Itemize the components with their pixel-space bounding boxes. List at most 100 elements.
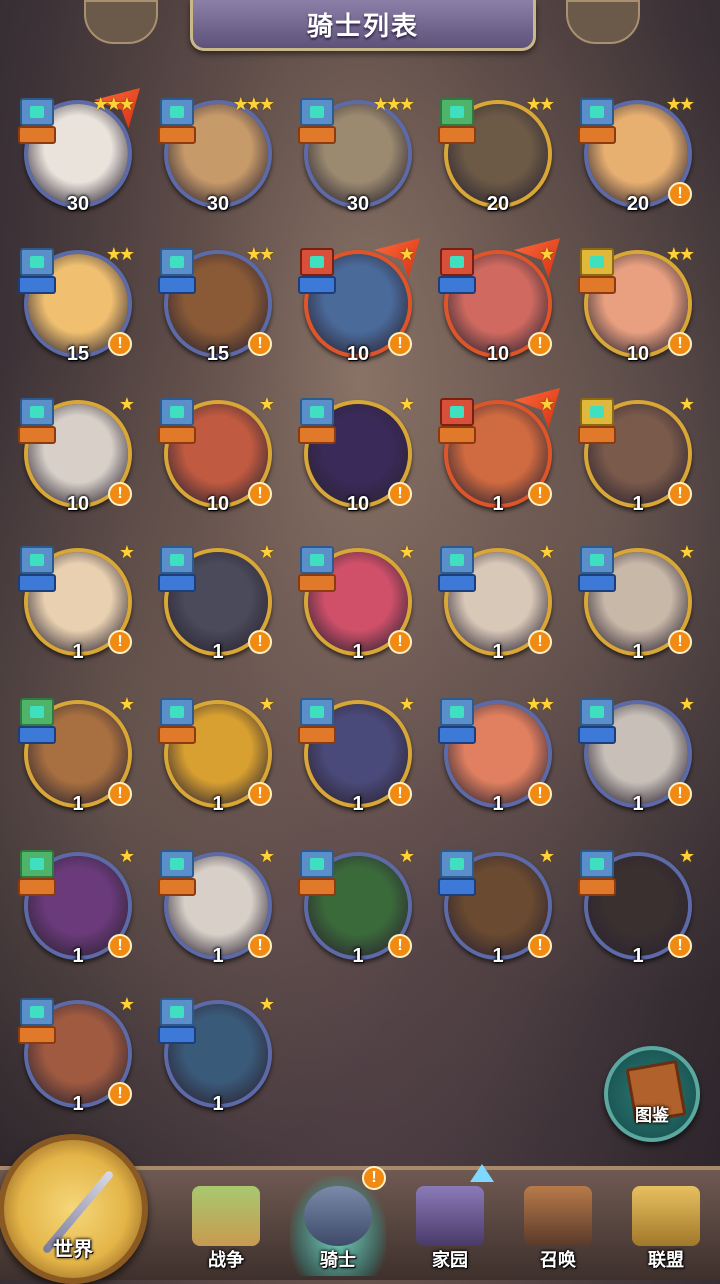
alert-icon: ! [528, 782, 552, 806]
knight-stars: ★ [258, 394, 275, 414]
map-icon [192, 1186, 260, 1246]
class-badge-icon [298, 850, 336, 904]
knight-level: 1 [212, 1093, 224, 1115]
knight-stars: ★ [258, 542, 275, 562]
knight-stars: ★ [538, 244, 555, 264]
class-badge-icon [438, 398, 476, 452]
knight-card[interactable]: ★★ 15! [18, 242, 138, 366]
class-badge-icon [158, 850, 196, 904]
class-badge-icon [438, 698, 476, 752]
knight-card[interactable]: ★ 1! [158, 692, 278, 816]
alert-icon: ! [248, 782, 272, 806]
alert-icon: ! [388, 630, 412, 654]
nav-knight-alert-icon: ! [362, 1166, 386, 1190]
knight-stars: ★★★ [92, 94, 135, 114]
knight-card[interactable]: ★ 1! [578, 844, 698, 968]
knight-stars: ★ [398, 694, 415, 714]
knight-card[interactable]: ★ 1 [158, 992, 278, 1116]
knight-card[interactable]: ★ 10! [298, 392, 418, 516]
knight-stars: ★★ [525, 94, 555, 114]
knight-stars: ★★★ [232, 94, 275, 114]
knight-card[interactable]: ★ 1! [18, 992, 138, 1116]
knight-card[interactable]: ★ 1! [438, 844, 558, 968]
knight-card[interactable]: ★ 1! [158, 540, 278, 664]
knight-card[interactable]: ★ 1! [578, 692, 698, 816]
knight-card[interactable]: ★ 10! [438, 238, 560, 366]
class-badge-icon [298, 248, 336, 302]
nav-world-label: 世界 [53, 1239, 93, 1261]
knight-stars: ★★ [665, 244, 695, 264]
class-badge-icon [578, 698, 616, 752]
knight-card[interactable]: ★ 1! [158, 844, 278, 968]
knight-stars: ★★★ [372, 94, 415, 114]
knight-card[interactable]: ★★★ 30 [18, 88, 140, 216]
knight-card[interactable]: ★★ 1! [438, 692, 558, 816]
knight-stars: ★ [118, 394, 135, 414]
class-badge-icon [18, 248, 56, 302]
nav-war[interactable]: 战争 [178, 1176, 274, 1276]
knight-stars: ★ [538, 846, 555, 866]
knight-card[interactable]: ★ 1! [578, 540, 698, 664]
knight-card[interactable]: ★ 1! [18, 844, 138, 968]
class-badge-icon [438, 546, 476, 600]
knight-card[interactable]: ★ 10! [298, 238, 420, 366]
class-badge-icon [18, 998, 56, 1052]
class-badge-icon [18, 698, 56, 752]
nav-home[interactable]: 家园 [402, 1176, 498, 1276]
collection-button[interactable]: 图鉴 [604, 1046, 700, 1142]
nav-summon[interactable]: 召唤 [510, 1176, 606, 1276]
knight-card[interactable]: ★★ 20 [438, 92, 558, 216]
knight-card[interactable]: ★ 1! [438, 388, 560, 516]
nav-summon-label: 召唤 [540, 1250, 576, 1270]
alert-icon: ! [668, 630, 692, 654]
alert-icon: ! [248, 630, 272, 654]
knight-card[interactable]: ★ 1! [18, 540, 138, 664]
class-badge-icon [18, 850, 56, 904]
knight-card[interactable]: ★ 1! [298, 692, 418, 816]
knight-card[interactable]: ★ 1! [298, 844, 418, 968]
knight-card[interactable]: ★ 1! [18, 692, 138, 816]
class-badge-icon [158, 398, 196, 452]
class-badge-icon [298, 98, 336, 152]
knight-card[interactable]: ★ 10! [18, 392, 138, 516]
knight-stars: ★ [118, 846, 135, 866]
alert-icon: ! [388, 332, 412, 356]
knight-stars: ★ [678, 694, 695, 714]
class-badge-icon [158, 248, 196, 302]
alert-icon: ! [388, 482, 412, 506]
nav-world[interactable]: 世界 [0, 1134, 148, 1284]
train-icon [524, 1186, 592, 1246]
title-bar: 骑士列表 [190, 0, 536, 51]
class-badge-icon [158, 98, 196, 152]
class-badge-icon [578, 546, 616, 600]
knight-card[interactable]: ★★ 10! [578, 242, 698, 366]
knight-card[interactable]: ★★★ 30 [158, 92, 278, 216]
page-title: 骑士列表 [306, 10, 419, 41]
knight-card[interactable]: ★★ 15! [158, 242, 278, 366]
nav-alliance[interactable]: 联盟 [618, 1176, 714, 1276]
knight-card[interactable]: ★★★ 30 [298, 92, 418, 216]
nav-knight[interactable]: 骑士 [290, 1176, 386, 1276]
knight-icon [304, 1186, 372, 1246]
knight-card[interactable]: ★ 1! [438, 540, 558, 664]
knight-level: 30 [346, 193, 370, 215]
alert-icon: ! [248, 482, 272, 506]
alert-icon: ! [668, 332, 692, 356]
alert-icon: ! [108, 630, 132, 654]
alert-icon: ! [668, 782, 692, 806]
class-badge-icon [158, 998, 196, 1052]
knight-card[interactable]: ★ 1! [578, 392, 698, 516]
alert-icon: ! [668, 182, 692, 206]
alert-icon: ! [108, 482, 132, 506]
knight-card[interactable]: ★★ 20! [578, 92, 698, 216]
class-badge-icon [578, 98, 616, 152]
knight-level: 30 [206, 193, 230, 215]
knight-stars: ★ [398, 542, 415, 562]
knight-stars: ★ [258, 994, 275, 1014]
class-badge-icon [298, 398, 336, 452]
knight-stars: ★ [118, 994, 135, 1014]
class-badge-icon [298, 698, 336, 752]
knight-card[interactable]: ★ 10! [158, 392, 278, 516]
knight-card[interactable]: ★ 1! [298, 540, 418, 664]
alert-icon: ! [108, 332, 132, 356]
